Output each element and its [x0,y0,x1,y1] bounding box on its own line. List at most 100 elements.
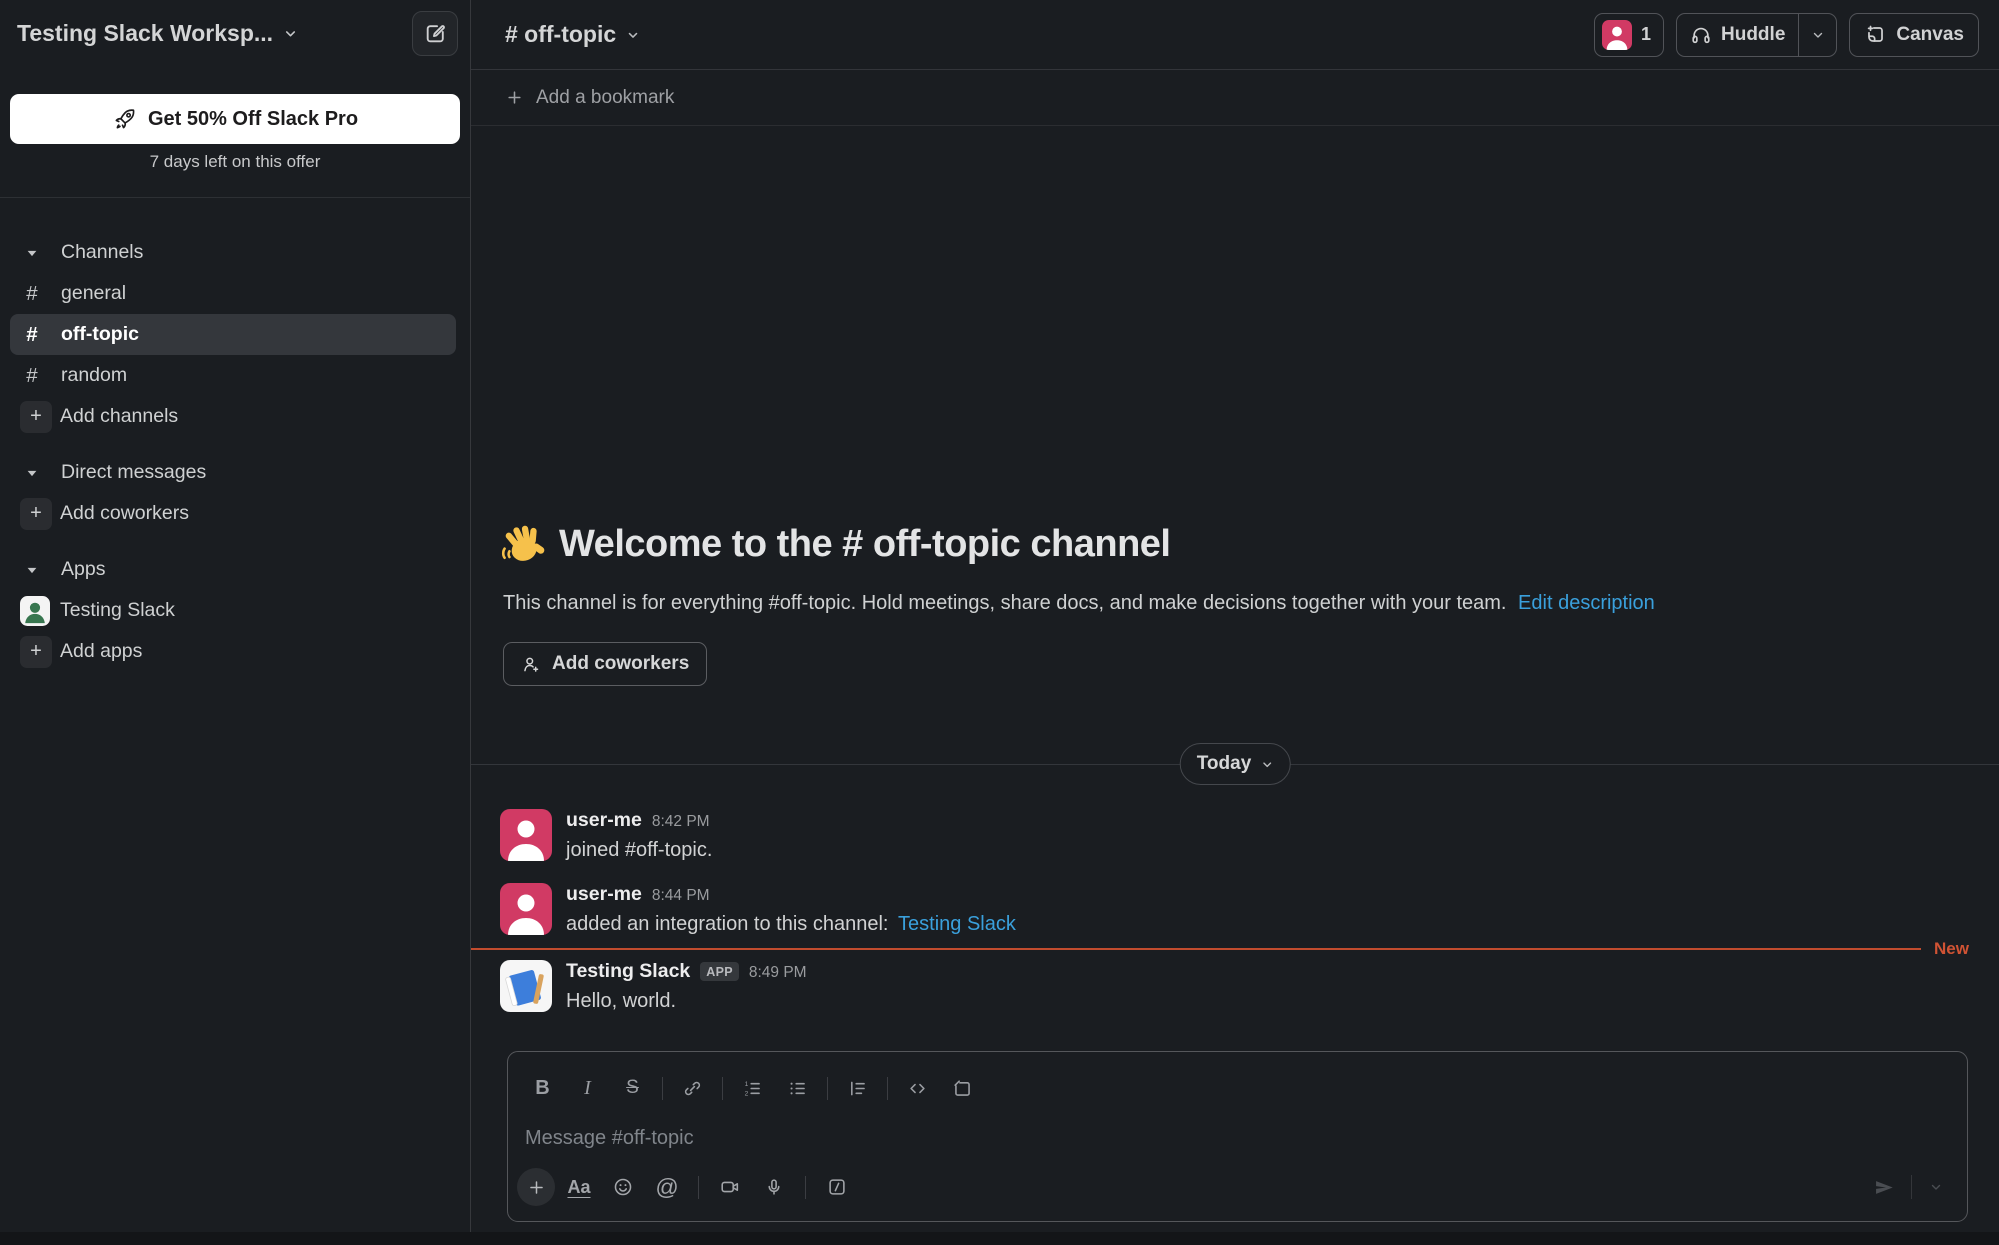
message-composer: B I S 1 2 [507,1051,1968,1222]
message-text: added an integration to this channel: Te… [566,913,1016,936]
message-row[interactable]: user-me 8:44 PM added an integration to … [500,883,1969,936]
sidebar-nav: Channels # general # off-topic # random … [0,232,470,687]
toolbar-divider [827,1077,828,1100]
channel-title-button[interactable]: # off-topic [505,21,640,48]
compose-icon [423,21,448,46]
huddle-label: Huddle [1721,24,1785,46]
unread-line [471,948,1921,950]
headphones-icon [1690,24,1712,46]
upgrade-offer-button[interactable]: Get 50% Off Slack Pro [10,94,460,144]
italic-button[interactable]: I [565,1071,610,1105]
bulleted-list-button[interactable] [775,1071,820,1105]
new-message-button[interactable] [412,11,458,56]
svg-text:1: 1 [745,1080,749,1087]
workspace-name: Testing Slack Worksp... [17,20,273,47]
audio-clip-button[interactable] [754,1168,794,1206]
message-timestamp[interactable]: 8:44 PM [652,887,710,905]
code-block-button[interactable] [940,1071,985,1105]
add-label: Add channels [60,405,178,428]
toolbar-divider [887,1077,888,1100]
direct-messages-section-toggle[interactable]: Direct messages [10,452,456,493]
offer-days-left: 7 days left on this offer [0,152,470,172]
add-coworkers-sidebar-button[interactable]: + Add coworkers [10,493,456,534]
welcome-heading: Welcome to the # off-topic channel [500,521,1170,567]
hash-icon: # [20,282,44,306]
attach-button[interactable] [517,1168,555,1206]
rocket-icon [112,107,137,132]
integration-link[interactable]: Testing Slack [898,913,1016,935]
huddle-split-button: Huddle [1676,13,1837,57]
chevron-down-icon [1260,758,1273,771]
channels-section: Channels # general # off-topic # random … [0,232,470,437]
plus-icon [506,89,523,106]
app-avatar [500,960,552,1012]
message-text: joined #off-topic. [566,839,712,862]
emoji-button[interactable] [603,1168,643,1206]
chevron-down-icon [20,466,44,480]
add-channels-button[interactable]: + Add channels [10,396,456,437]
section-label: Channels [61,241,143,264]
add-coworkers-button[interactable]: Add coworkers [503,642,707,686]
plus-icon: + [20,401,52,433]
svg-text:2: 2 [745,1090,749,1097]
sidebar-item-random[interactable]: # random [10,355,456,396]
huddle-button[interactable]: Huddle [1677,24,1798,46]
message-input[interactable]: Message #off-topic [525,1124,1950,1152]
huddle-options-button[interactable] [1799,28,1836,42]
shortcuts-button[interactable] [817,1168,857,1206]
edit-description-link[interactable]: Edit description [1518,592,1655,614]
formatting-toggle-button[interactable]: Aa [559,1168,599,1206]
blockquote-button[interactable] [835,1071,880,1105]
toolbar-divider [662,1077,663,1100]
channel-members-button[interactable]: 1 [1594,13,1664,57]
message-body: user-me 8:44 PM added an integration to … [566,883,1016,936]
date-divider-button[interactable]: Today [1180,743,1291,785]
app-avatar-icon [20,596,50,626]
link-button[interactable] [670,1071,715,1105]
promo-label: Get 50% Off Slack Pro [148,108,358,131]
sidebar-item-general[interactable]: # general [10,273,456,314]
message-row[interactable]: Testing Slack APP 8:49 PM Hello, world. [500,960,1969,1013]
app-label: Testing Slack [60,599,175,622]
toolbar-divider [722,1077,723,1100]
unread-divider: New [471,941,1999,957]
toolbar-divider [1911,1175,1912,1199]
canvas-button[interactable]: Canvas [1849,13,1979,57]
message-author[interactable]: Testing Slack [566,960,690,983]
bold-button[interactable]: B [520,1071,565,1105]
plus-icon: + [20,498,52,530]
message-placeholder: Message #off-topic [525,1127,694,1149]
chevron-down-icon [283,26,298,41]
message-row[interactable]: user-me 8:42 PM joined #off-topic. [500,809,1969,862]
apps-section: Apps Testing Slack + Add apps [0,549,470,672]
add-apps-button[interactable]: + Add apps [10,631,456,672]
message-timestamp[interactable]: 8:42 PM [652,813,710,831]
add-label: Add coworkers [60,502,189,525]
strikethrough-button[interactable]: S [610,1071,655,1105]
app-badge: APP [700,962,739,981]
member-avatar [1602,20,1632,50]
hash-icon: # [20,364,44,388]
message-text: Hello, world. [566,990,807,1013]
apps-section-toggle[interactable]: Apps [10,549,456,590]
section-label: Direct messages [61,461,206,484]
sidebar-item-testing-slack-app[interactable]: Testing Slack [10,590,456,631]
sidebar-item-off-topic[interactable]: # off-topic [10,314,456,355]
date-divider: Today [471,743,1999,785]
workspace-switcher[interactable]: Testing Slack Worksp... [17,20,298,47]
message-author[interactable]: user-me [566,809,642,832]
channel-label: off-topic [61,323,139,346]
video-clip-button[interactable] [710,1168,750,1206]
send-button[interactable] [1864,1168,1904,1206]
mention-button[interactable]: @ [647,1168,687,1206]
add-bookmark-button[interactable]: Add a bookmark [471,70,1999,126]
code-button[interactable] [895,1071,940,1105]
avatar [500,809,552,861]
channels-section-toggle[interactable]: Channels [10,232,456,273]
message-author[interactable]: user-me [566,883,642,906]
message-timestamp[interactable]: 8:49 PM [749,964,807,982]
direct-messages-section: Direct messages + Add coworkers [0,452,470,534]
send-options-button[interactable] [1919,1168,1953,1206]
ordered-list-button[interactable]: 1 2 [730,1071,775,1105]
channel-description: This channel is for everything #off-topi… [503,592,1655,615]
